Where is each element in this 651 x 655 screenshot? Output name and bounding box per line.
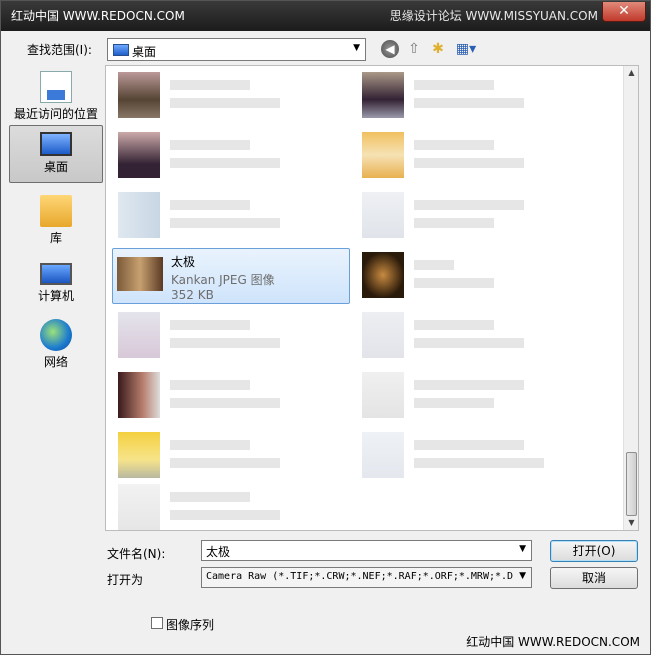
- place-label: 网络: [43, 355, 68, 369]
- list-item-selected[interactable]: 太极 Kankan JPEG 图像 352 KB: [112, 248, 350, 304]
- file-thumbnail: [118, 192, 160, 238]
- vertical-scrollbar[interactable]: ▲ ▼: [623, 66, 638, 530]
- file-thumbnail: [118, 432, 160, 478]
- list-item[interactable]: [112, 68, 350, 124]
- cancel-button[interactable]: 取消: [550, 567, 638, 589]
- title-bar[interactable]: 红动中国 WWW.REDOCN.COM 思缘设计论坛 WWW.MISSYUAN.…: [1, 1, 650, 31]
- look-in-value: 桌面: [132, 45, 157, 59]
- computer-icon: [40, 263, 72, 285]
- scroll-up-icon[interactable]: ▲: [624, 66, 638, 80]
- open-as-select[interactable]: Camera Raw (*.TIF;*.CRW;*.NEF;*.RAF;*.OR…: [201, 567, 532, 588]
- library-icon: [40, 195, 72, 227]
- file-list[interactable]: 太极 Kankan JPEG 图像 352 KB ▲ ▼: [105, 65, 639, 531]
- place-desktop[interactable]: 桌面: [9, 125, 103, 183]
- open-as-label: 打开为: [107, 573, 144, 587]
- watermark-text-bottom: 红动中国 WWW.REDOCN.COM: [466, 635, 640, 649]
- chevron-down-icon[interactable]: ▼: [519, 544, 526, 554]
- look-in-dropdown[interactable]: 桌面 ▼: [107, 38, 366, 61]
- window-title: 红动中国 WWW.REDOCN.COM: [11, 9, 185, 23]
- open-button[interactable]: 打开(O): [550, 540, 638, 562]
- filename-label: 文件名(N):: [107, 547, 166, 561]
- place-network[interactable]: 网络: [9, 317, 103, 375]
- file-thumbnail: [362, 312, 404, 358]
- chevron-down-icon[interactable]: ▼: [353, 43, 360, 53]
- list-item[interactable]: [112, 188, 350, 244]
- place-label: 最近访问的位置: [13, 107, 98, 121]
- image-sequence-label: 图像序列: [166, 618, 215, 632]
- back-icon[interactable]: ◀: [381, 40, 399, 58]
- filename-input[interactable]: 太极 ▼: [201, 540, 532, 561]
- open-dialog: 红动中国 WWW.REDOCN.COM 思缘设计论坛 WWW.MISSYUAN.…: [0, 0, 651, 655]
- list-item[interactable]: [112, 308, 350, 364]
- list-item[interactable]: [356, 428, 594, 484]
- list-item[interactable]: [112, 480, 350, 530]
- file-name: 太极: [171, 255, 196, 269]
- file-thumbnail: [118, 132, 160, 178]
- file-thumbnail: [362, 72, 404, 118]
- file-thumbnail: [118, 484, 160, 530]
- file-thumbnail: [362, 252, 404, 298]
- look-in-label: 查找范围(I):: [27, 43, 92, 57]
- file-size: 352 KB: [171, 288, 214, 302]
- recent-places-icon: [40, 71, 72, 103]
- list-item[interactable]: [112, 428, 350, 484]
- chevron-down-icon[interactable]: ▼: [516, 571, 526, 581]
- file-thumbnail: [117, 257, 163, 291]
- view-menu-icon[interactable]: ▦▾: [453, 40, 479, 58]
- place-label: 库: [49, 231, 62, 245]
- scroll-thumb[interactable]: [626, 452, 637, 516]
- new-folder-icon[interactable]: ✱: [429, 40, 447, 58]
- file-type: Kankan JPEG 图像: [171, 273, 275, 287]
- place-label: 桌面: [43, 160, 68, 174]
- watermark-text-right: 思缘设计论坛 WWW.MISSYUAN.COM: [389, 9, 598, 23]
- place-label: 计算机: [37, 289, 74, 303]
- file-thumbnail: [118, 372, 160, 418]
- filename-value: 太极: [206, 545, 231, 559]
- close-button[interactable]: ✕: [602, 2, 646, 22]
- network-globe-icon: [40, 319, 72, 351]
- places-bar: 最近访问的位置 桌面 库 计算机 网络: [7, 65, 105, 605]
- list-item[interactable]: [356, 68, 594, 124]
- file-thumbnail: [118, 72, 160, 118]
- file-thumbnail: [362, 132, 404, 178]
- desktop-icon: [40, 132, 72, 156]
- file-thumbnail: [362, 432, 404, 478]
- list-item[interactable]: [356, 248, 594, 304]
- list-item[interactable]: [356, 188, 594, 244]
- file-thumbnail: [362, 192, 404, 238]
- list-item[interactable]: [356, 128, 594, 184]
- place-computer[interactable]: 计算机: [9, 255, 103, 313]
- up-folder-icon[interactable]: ⇧: [405, 40, 423, 58]
- desktop-icon: [113, 44, 129, 56]
- file-thumbnail: [118, 312, 160, 358]
- image-sequence-checkbox[interactable]: [151, 617, 163, 629]
- place-libraries[interactable]: 库: [9, 193, 103, 251]
- list-item[interactable]: [356, 368, 594, 424]
- list-item[interactable]: [112, 368, 350, 424]
- place-recent[interactable]: 最近访问的位置: [9, 69, 103, 127]
- scroll-down-icon[interactable]: ▼: [624, 516, 638, 530]
- list-item[interactable]: [356, 308, 594, 364]
- list-item[interactable]: [112, 128, 350, 184]
- open-as-value: Camera Raw (*.TIF;*.CRW;*.NEF;*.RAF;*.OR…: [206, 571, 514, 582]
- file-thumbnail: [362, 372, 404, 418]
